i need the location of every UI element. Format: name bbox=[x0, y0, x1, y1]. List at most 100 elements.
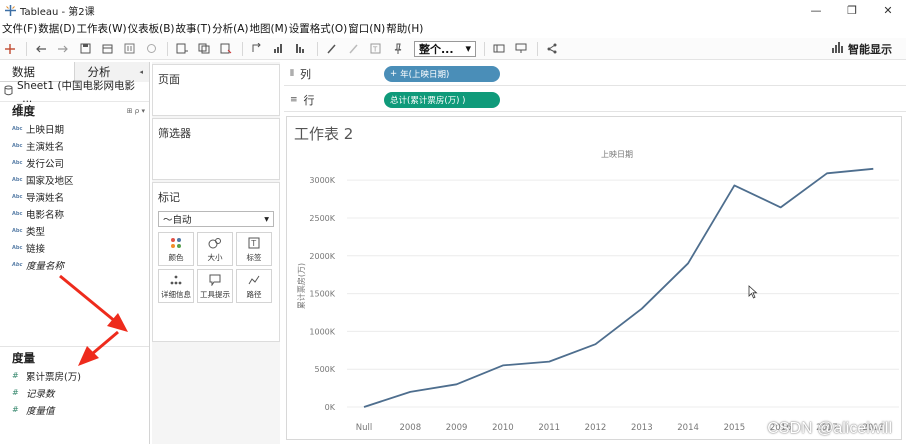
data-point bbox=[871, 167, 875, 171]
tableau-icon[interactable] bbox=[0, 40, 20, 58]
dimension-field[interactable]: Abc 度量名称 bbox=[0, 256, 149, 273]
menu-file[interactable]: 文件(F) bbox=[2, 21, 37, 36]
data-point bbox=[640, 307, 644, 311]
y-tick-label: 2000K bbox=[309, 252, 335, 261]
undo-icon[interactable] bbox=[31, 40, 51, 58]
database-icon bbox=[4, 85, 13, 99]
clear-sheet-icon[interactable] bbox=[216, 40, 236, 58]
color-button-label: 颜色 bbox=[168, 252, 184, 262]
menu-map[interactable]: 地图(M) bbox=[250, 21, 288, 36]
menu-window[interactable]: 窗口(N) bbox=[348, 21, 385, 36]
line-chart[interactable]: 0K 500K 1000K 1500K 2000K 2500K 3000K 上映日期累计票房(… bbox=[287, 117, 901, 439]
rows-label-text: 行 bbox=[303, 93, 315, 107]
show-cards-icon[interactable] bbox=[489, 40, 509, 58]
size-button[interactable]: 大小 bbox=[197, 232, 233, 266]
collapse-icon[interactable]: ◂ bbox=[139, 68, 143, 76]
label-button[interactable]: T 标签 bbox=[236, 232, 272, 266]
swap-icon[interactable] bbox=[247, 40, 267, 58]
data-point bbox=[362, 405, 366, 409]
y-tick-label: 500K bbox=[314, 365, 335, 374]
string-type-icon: Abc bbox=[12, 159, 23, 166]
redo-icon[interactable] bbox=[53, 40, 73, 58]
detail-button[interactable]: 详细信息 bbox=[158, 269, 194, 303]
menu-story[interactable]: 故事(T) bbox=[176, 21, 212, 36]
column-pill[interactable]: + 年(上映日期) bbox=[384, 65, 500, 82]
text-label-icon: T bbox=[248, 236, 260, 250]
toolbar-divider bbox=[242, 41, 243, 56]
filters-card[interactable]: 筛选器 bbox=[152, 118, 280, 180]
mark-type-value: ～自动 bbox=[163, 212, 192, 226]
group-icon[interactable] bbox=[344, 40, 364, 58]
field-label: 度量名称 bbox=[26, 260, 65, 272]
pause-update-icon[interactable] bbox=[119, 40, 139, 58]
color-button[interactable]: 颜色 bbox=[158, 232, 194, 266]
new-worksheet-icon[interactable] bbox=[172, 40, 192, 58]
rows-shelf[interactable]: ≡ 行 总计(累计票房(万) ) bbox=[284, 88, 906, 112]
field-label: 导演姓名 bbox=[26, 192, 65, 204]
dimension-field[interactable]: Abc 电影名称 bbox=[0, 205, 149, 222]
duplicate-icon[interactable] bbox=[194, 40, 214, 58]
tooltip-icon bbox=[209, 273, 221, 287]
string-type-icon: Abc bbox=[12, 261, 23, 268]
close-button[interactable]: ✕ bbox=[870, 0, 906, 20]
dimension-field[interactable]: Abc 上映日期 bbox=[0, 120, 149, 137]
menu-dashboard[interactable]: 仪表板(B) bbox=[128, 21, 175, 36]
share-icon[interactable] bbox=[542, 40, 562, 58]
datasource-item[interactable]: Sheet1 (中国电影网电影_... bbox=[0, 80, 149, 105]
path-button-label: 路径 bbox=[246, 289, 262, 299]
series-line bbox=[363, 167, 874, 408]
chevron-down-icon: ▾ bbox=[465, 42, 471, 55]
measure-field[interactable]: # 累计票房(万) bbox=[0, 367, 149, 384]
pill-plus-icon: + bbox=[390, 68, 398, 79]
presentation-icon[interactable] bbox=[511, 40, 531, 58]
dimensions-options-icon[interactable]: ⊞ ρ ▾ bbox=[127, 107, 145, 115]
sort-descending-icon[interactable] bbox=[291, 40, 311, 58]
menu-worksheet[interactable]: 工作表(W) bbox=[77, 21, 127, 36]
save-icon[interactable] bbox=[75, 40, 95, 58]
field-label: 记录数 bbox=[26, 388, 55, 400]
svg-text:T: T bbox=[250, 239, 256, 248]
tooltip-button[interactable]: 工具提示 bbox=[197, 269, 233, 303]
size-button-label: 大小 bbox=[207, 252, 223, 262]
show-me-button[interactable]: 智能显示 bbox=[832, 41, 892, 57]
minimize-button[interactable]: — bbox=[798, 0, 834, 20]
label-icon[interactable]: T bbox=[366, 40, 386, 58]
dimension-field[interactable]: Abc 主演姓名 bbox=[0, 137, 149, 154]
dimension-field[interactable]: Abc 导演姓名 bbox=[0, 188, 149, 205]
menu-format[interactable]: 设置格式(O) bbox=[289, 21, 347, 36]
string-type-icon: Abc bbox=[12, 193, 23, 200]
pages-card[interactable]: 页面 bbox=[152, 64, 280, 116]
y-tick-label: 3000K bbox=[309, 176, 335, 185]
field-label: 链接 bbox=[26, 243, 46, 255]
data-pane: 数据 分析 ◂ Sheet1 (中国电影网电影_... 维度 ⊞ ρ ▾ Abc 上… bbox=[0, 62, 150, 444]
dimension-field[interactable]: Abc 链接 bbox=[0, 239, 149, 256]
menu-help[interactable]: 帮助(H) bbox=[386, 21, 423, 36]
menu-analysis[interactable]: 分析(A) bbox=[212, 21, 248, 36]
x-tick-label: 2011 bbox=[538, 423, 560, 433]
fit-select[interactable]: 整个... ▾ bbox=[414, 40, 476, 57]
new-datasource-icon[interactable] bbox=[97, 40, 117, 58]
data-point bbox=[408, 390, 412, 394]
row-pill[interactable]: 总计(累计票房(万) ) bbox=[384, 91, 500, 108]
tooltip-button-label: 工具提示 bbox=[200, 289, 230, 299]
sort-ascending-icon[interactable] bbox=[269, 40, 289, 58]
datasource-name: Sheet1 (中国电影网电影_... bbox=[17, 80, 135, 105]
mark-type-text: 自动 bbox=[172, 215, 192, 226]
menu-data[interactable]: 数据(D) bbox=[38, 21, 75, 36]
watermark: CSDN @aliceiwill bbox=[767, 420, 892, 437]
dimension-field[interactable]: Abc 类型 bbox=[0, 222, 149, 239]
columns-shelf[interactable]: ⦀ 列 + 年(上映日期) bbox=[284, 62, 906, 86]
field-label: 累计票房(万) bbox=[26, 371, 81, 383]
pin-axis-icon[interactable] bbox=[388, 40, 408, 58]
measure-field[interactable]: # 记录数 bbox=[0, 384, 149, 401]
dimension-field[interactable]: Abc 发行公司 bbox=[0, 154, 149, 171]
mark-type-select[interactable]: ～自动 ▾ bbox=[158, 211, 274, 227]
y-tick-label: 1500K bbox=[309, 290, 335, 299]
label-button-label: 标签 bbox=[246, 252, 262, 262]
maximize-button[interactable]: ❐ bbox=[834, 0, 870, 20]
dimension-field[interactable]: Abc 国家及地区 bbox=[0, 171, 149, 188]
path-button[interactable]: 路径 bbox=[236, 269, 272, 303]
highlight-icon[interactable] bbox=[322, 40, 342, 58]
measure-field[interactable]: # 度量值 bbox=[0, 401, 149, 418]
refresh-icon[interactable] bbox=[141, 40, 161, 58]
